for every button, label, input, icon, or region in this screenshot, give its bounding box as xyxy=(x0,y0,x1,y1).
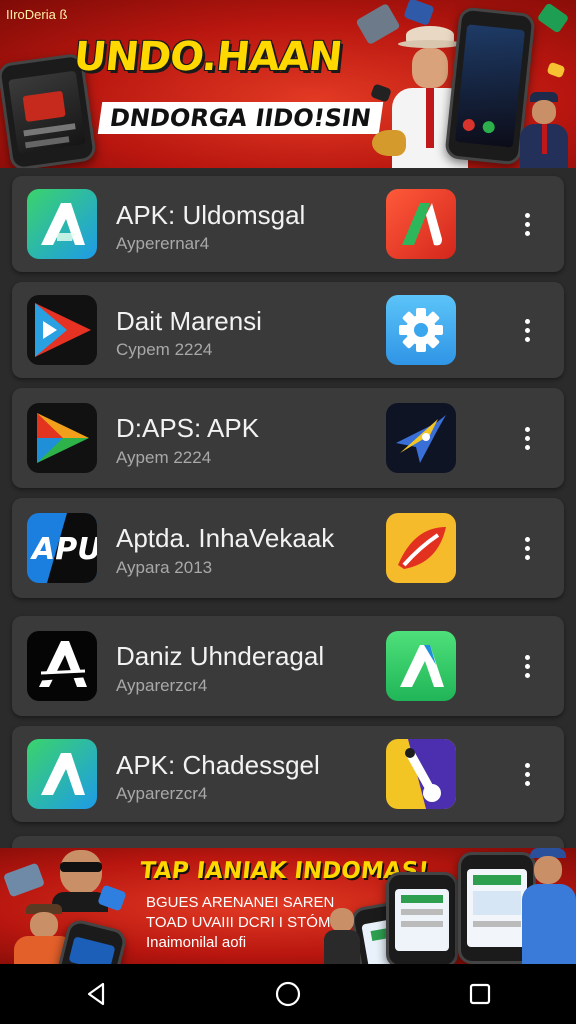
app-subtitle: Ayparerzcr4 xyxy=(116,784,208,803)
app-subtitle: Aypara 2013 xyxy=(116,558,213,577)
recents-icon xyxy=(469,983,491,1005)
banner-subheadline: DNDORGA IIDO!SIN xyxy=(97,102,384,134)
floating-card-decoration xyxy=(403,0,435,26)
more-options-button[interactable] xyxy=(514,206,540,242)
horn-decoration xyxy=(372,130,406,156)
man-with-cap-illustration xyxy=(520,848,576,964)
svg-text:APU: APU xyxy=(30,532,97,567)
more-options-button[interactable] xyxy=(514,648,540,684)
app-title: Aptda. InhaVekaak xyxy=(116,523,335,553)
woman-illustration xyxy=(324,908,360,964)
leaf-swoosh-icon[interactable] xyxy=(386,513,456,583)
bottom-banner-line: BGUES ARENANEI SAREN xyxy=(146,894,335,911)
app-title: APK: Chadessgel xyxy=(116,750,320,780)
recents-button[interactable] xyxy=(450,964,510,1024)
back-icon xyxy=(87,982,105,1006)
green-a-logo-icon xyxy=(27,739,97,809)
top-promo-banner[interactable]: IIroDeria ß UNDO.HAAN DNDORGA IIDO!SIN xyxy=(0,0,576,168)
bottom-promo-banner[interactable]: TAP IANIAK INDOMAS! BGUES ARENANEI SAREN… xyxy=(0,848,576,964)
floating-card-decoration xyxy=(2,862,46,898)
app-subtitle: Cypem 2224 xyxy=(116,340,213,359)
man-illustration-right xyxy=(516,92,572,168)
banner-headline: UNDO.HAAN xyxy=(71,34,344,80)
black-a-logo-icon xyxy=(27,631,97,701)
apu-logo-icon: APU xyxy=(27,513,97,583)
list-item[interactable]: D:APS: APK Aypem 2224 xyxy=(12,388,564,488)
more-options-button[interactable] xyxy=(514,312,540,348)
floating-card-decoration xyxy=(546,61,566,79)
app-title: D:APS: APK xyxy=(116,413,260,443)
more-options-button[interactable] xyxy=(514,420,540,456)
app-title: APK: Uldomsgal xyxy=(116,200,306,230)
app-subtitle: Aypem 2224 xyxy=(116,448,212,467)
navigation-bar xyxy=(0,964,576,1024)
play-triangle-icon xyxy=(27,295,97,365)
phone-illustration xyxy=(386,872,458,964)
thermometer-icon[interactable] xyxy=(386,739,456,809)
floating-card-decoration xyxy=(536,2,570,34)
back-button[interactable] xyxy=(66,964,126,1024)
bottom-banner-line: TOAD UVAIII DCRI I STÓM xyxy=(146,914,331,931)
more-options-button[interactable] xyxy=(514,530,540,566)
home-icon xyxy=(275,981,301,1007)
list-item[interactable]: APK: Uldomsgal Ayperernar4 xyxy=(12,176,564,272)
green-a-logo-icon[interactable] xyxy=(386,631,456,701)
home-button[interactable] xyxy=(258,964,318,1024)
app-subtitle: Ayparerzcr4 xyxy=(116,676,208,695)
red-a-logo-icon[interactable] xyxy=(386,189,456,259)
floating-card-decoration xyxy=(370,83,392,103)
list-item[interactable]: APU Aptda. InhaVekaak Aypara 2013 xyxy=(12,498,564,598)
app-title: Daniz Uhnderagal xyxy=(116,641,325,671)
brand-label: IIroDeria ß xyxy=(6,7,68,22)
list-item[interactable]: Daniz Uhnderagal Ayparerzcr4 xyxy=(12,616,564,716)
gear-icon[interactable] xyxy=(386,295,456,365)
list-item[interactable]: APK: Chadessgel Ayparerzcr4 xyxy=(12,726,564,822)
app-title: Dait Marensi xyxy=(116,306,262,336)
more-options-button[interactable] xyxy=(514,756,540,792)
bottom-banner-line: Inaimonilal aofi xyxy=(146,934,247,951)
green-a-logo-icon xyxy=(27,189,97,259)
list-item[interactable]: Dait Marensi Cypem 2224 xyxy=(12,282,564,378)
app-subtitle: Ayperernar4 xyxy=(116,234,210,253)
google-play-icon xyxy=(27,403,97,473)
compass-star-icon[interactable] xyxy=(386,403,456,473)
